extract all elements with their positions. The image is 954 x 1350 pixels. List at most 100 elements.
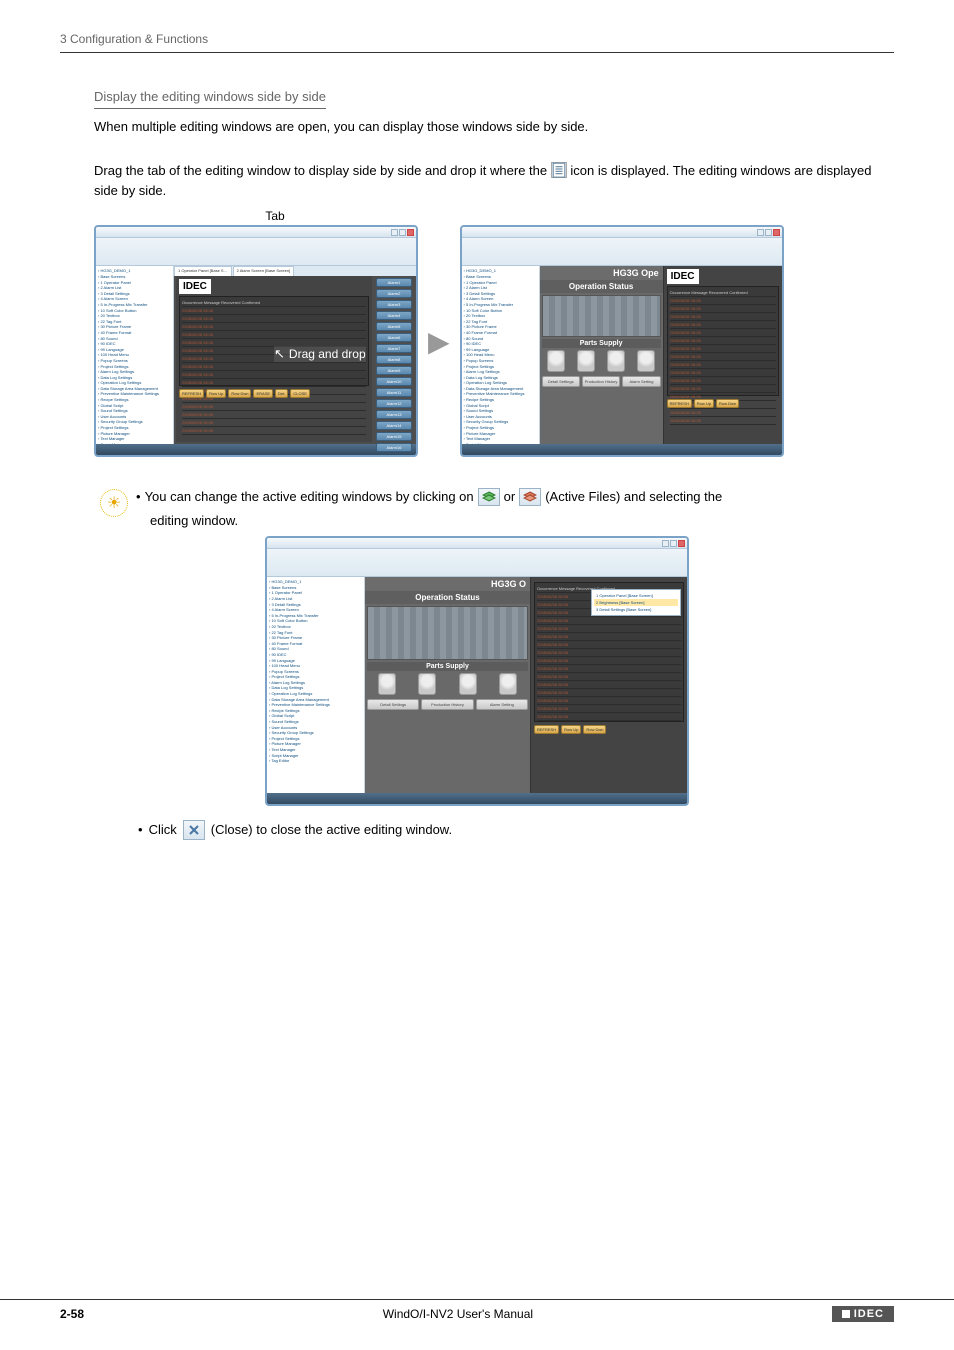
tip-bullet-1: • You can change the active editing wind…	[136, 485, 894, 508]
window-close-icon	[407, 229, 414, 236]
dropdown-item: 1 Operator Panel [Base Screen]	[594, 592, 678, 599]
grey-button: Production History	[582, 376, 620, 387]
alarm-slot: Alarm6	[376, 333, 412, 342]
tip-text-c: editing window.	[150, 509, 894, 532]
status-bar	[267, 793, 687, 804]
alarm-slot: Alarm15	[376, 432, 412, 441]
tip-text-or: or	[504, 485, 516, 508]
hand-icon	[547, 350, 565, 372]
window-max-icon	[399, 229, 406, 236]
alarm-slot: Alarm1	[376, 278, 412, 287]
hand-icon	[499, 673, 517, 695]
window-title-bar	[462, 227, 782, 238]
grey-button: Detail Settings	[542, 376, 580, 387]
instruction-paragraph: Drag the tab of the editing window to di…	[94, 161, 894, 201]
window-title-bar	[267, 538, 687, 549]
hand-icon	[459, 673, 477, 695]
editor-canvas-split: HG3G Ope Operation Status Parts Supply D…	[540, 266, 782, 444]
tip-lightbulb-icon: ☀	[100, 489, 128, 517]
alarm-slot: Alarm4	[376, 311, 412, 320]
gold-button-row: REFRESHRow UpRow Dwn	[534, 725, 684, 734]
parts-supply-bar: Parts Supply	[542, 339, 661, 348]
drop-target-icon	[551, 162, 567, 178]
editor-canvas: 1 Operator Panel [Base S… 2 Alarm Screen…	[174, 266, 416, 444]
gold-button-row: REFRESHRow UpRow DwnERASEDet.CLOSE	[179, 389, 369, 398]
operation-status-bar: Operation Status	[540, 280, 663, 293]
gold-button: REFRESH	[534, 725, 559, 734]
gold-button: CLOSE	[290, 389, 310, 398]
close-text-b: (Close) to close the active editing wind…	[211, 818, 452, 841]
grey-button-row: Detail SettingsProduction HistoryAlarm S…	[540, 374, 663, 389]
gold-button: Row Dwn	[716, 399, 739, 408]
dropdown-item: 2 Brightness [Base Screen]	[594, 599, 678, 606]
app-window-menu: › HG3G_DEMO_1› Base Screens› 1 Operator …	[265, 536, 689, 806]
project-tree: › HG3G_DEMO_1› Base Screens› 1 Operator …	[462, 266, 540, 444]
active-files-red-icon	[519, 488, 541, 506]
alarm-slot: Alarm14	[376, 421, 412, 430]
alarm-slot: Alarm11	[376, 388, 412, 397]
grey-button: Alarm Setting	[476, 699, 528, 710]
alarm-slot: Alarm2	[376, 289, 412, 298]
active-files-dropdown: 1 Operator Panel [Base Screen]2 Brightne…	[591, 589, 681, 616]
window-title-bar	[96, 227, 416, 238]
window-close-icon	[773, 229, 780, 236]
status-bar	[462, 444, 782, 455]
alarm-table: Occurrence Message Recovered Confirmed20…	[179, 296, 369, 386]
tree-item: › Tag Editor	[269, 758, 362, 764]
intro-paragraph: When multiple editing windows are open, …	[94, 117, 894, 137]
tree-item: › Script Manager	[464, 442, 537, 445]
section-title: Display the editing windows side by side	[94, 89, 326, 109]
manual-title: WindO/I-NV2 User's Manual	[383, 1307, 533, 1321]
window-close-icon	[678, 540, 685, 547]
gold-button: Row Up	[694, 399, 714, 408]
arrow-right-icon: ▶	[428, 325, 450, 358]
chapter-heading: 3 Configuration & Functions	[60, 32, 894, 53]
alarm-slot: Alarm7	[376, 344, 412, 353]
editor-tab: 1 Operator Panel [Base S…	[174, 266, 232, 276]
instruction-text-a: Drag the tab of the editing window to di…	[94, 163, 551, 178]
grey-button-row: Detail SettingsProduction HistoryAlarm S…	[365, 697, 530, 712]
tip-text-a: You can change the active editing window…	[145, 485, 474, 508]
operation-image	[542, 295, 661, 337]
bullet-marker: •	[136, 485, 141, 508]
ribbon-toolbar	[96, 238, 416, 266]
tree-item: › Script Manager	[98, 442, 171, 445]
close-icon	[183, 820, 205, 840]
gold-button: REFRESH	[179, 389, 204, 398]
editor-tab: 2 Alarm Screen [Base Screen]	[233, 266, 295, 276]
project-tree: › HG3G_DEMO_1› Base Screens› 1 Operator …	[267, 577, 365, 793]
hand-icon	[577, 350, 595, 372]
dropdown-item: 3 Detail Settings [Base Screen]	[594, 606, 678, 613]
close-text-a: Click	[149, 818, 177, 841]
tab-callout-label: Tab	[230, 209, 320, 223]
tip-bullet-2: • Click (Close) to close the active edit…	[138, 818, 894, 841]
idec-footer-logo: IDEC	[832, 1306, 894, 1322]
alarm-slot: Alarm12	[376, 399, 412, 408]
page-footer: 2-58 WindO/I-NV2 User's Manual IDEC	[0, 1299, 954, 1322]
app-window-after: › HG3G_DEMO_1› Base Screens› 1 Operator …	[460, 225, 784, 457]
operation-image	[367, 606, 528, 660]
ribbon-toolbar	[267, 549, 687, 577]
editor-tab-strip: 1 Operator Panel [Base S… 2 Alarm Screen…	[174, 266, 416, 276]
gold-button: Row Up	[206, 389, 226, 398]
hand-icon	[378, 673, 396, 695]
hand-icon-row	[367, 673, 528, 695]
gold-button: Row Dwn	[228, 389, 251, 398]
gold-button-row: REFRESHRow UpRow Dwn	[667, 399, 779, 408]
hand-icon	[418, 673, 436, 695]
window-min-icon	[662, 540, 669, 547]
operation-status-bar: Operation Status	[365, 591, 530, 604]
active-files-green-icon	[478, 488, 500, 506]
window-min-icon	[391, 229, 398, 236]
alarm-slot: Alarm5	[376, 322, 412, 331]
idec-logo: IDEC	[667, 269, 699, 284]
alarm-slot: Alarm3	[376, 300, 412, 309]
grey-button: Detail Settings	[367, 699, 419, 710]
project-tree: › HG3G_DEMO_1› Base Screens› 1 Operator …	[96, 266, 174, 444]
figure-side-by-side: › HG3G_DEMO_1› Base Screens› 1 Operator …	[94, 225, 894, 457]
page-number: 2-58	[60, 1307, 84, 1321]
hand-icon	[607, 350, 625, 372]
editor-canvas-split: HG3G O Operation Status Parts Supply Det…	[365, 577, 687, 793]
hand-icon	[637, 350, 655, 372]
ribbon-toolbar	[462, 238, 782, 266]
